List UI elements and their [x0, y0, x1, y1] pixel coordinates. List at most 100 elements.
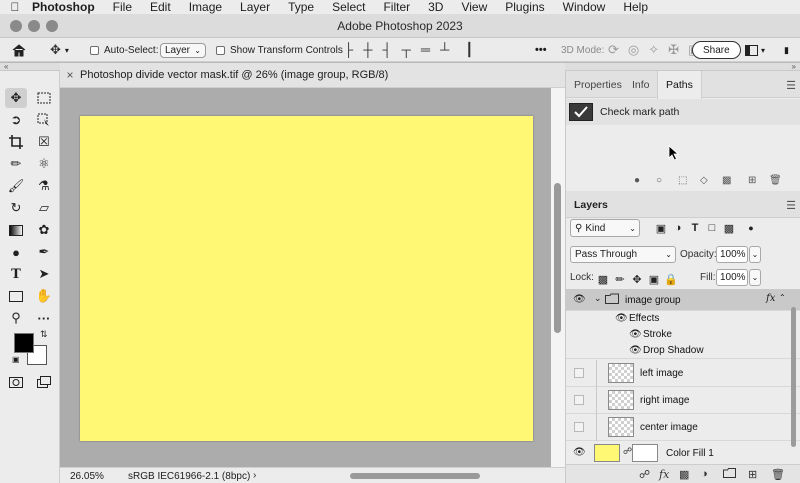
opacity-dropdown[interactable]: ⌄ — [749, 246, 761, 263]
lock-all-icon[interactable]: 🔒 — [664, 270, 678, 288]
clone-stamp-tool-icon[interactable]: ⚗ — [33, 176, 55, 196]
lock-artboard-icon[interactable]: ▣ — [647, 270, 661, 288]
layer-row-image-group[interactable]: 👁 ⌄ image group fx ⌃ — [566, 289, 800, 311]
dodge-tool-icon[interactable]: ● — [5, 242, 27, 262]
gradient-tool-icon[interactable] — [5, 220, 27, 240]
close-document-icon[interactable]: × — [60, 68, 80, 82]
add-mask-icon[interactable]: ▩ — [722, 175, 731, 186]
filter-pixel-icon[interactable]: ▣ — [654, 219, 668, 237]
stroke-path-icon[interactable]: ○ — [656, 175, 662, 186]
filter-toggle-icon[interactable]: ● — [744, 219, 758, 237]
visibility-eye-icon[interactable]: 👁 — [573, 294, 586, 305]
eyedropper-tool-icon[interactable]: ✏ — [5, 154, 27, 174]
align-right-icon[interactable]: ┤ — [382, 38, 391, 62]
visibility-eye-icon[interactable]: 👁 — [573, 447, 586, 458]
hand-tool-icon[interactable]: ✋ — [33, 286, 55, 306]
pen-tool-icon[interactable]: ✒ — [33, 242, 55, 262]
layer-mask-thumbnail[interactable] — [632, 444, 658, 462]
blur-tool-icon[interactable]: ✿ — [33, 220, 55, 240]
align-vertical-center-icon[interactable]: ═ — [421, 38, 430, 62]
apple-menu-icon[interactable]:  — [0, 0, 30, 14]
layer-row-color-fill[interactable]: 👁 ☍ Color Fill 1 — [566, 441, 800, 464]
make-work-path-icon[interactable]: ◇ — [700, 175, 708, 186]
layer-row-drop-shadow[interactable]: 👁 Drop Shadow — [566, 343, 800, 359]
layer-row-center-image[interactable]: center image — [566, 414, 800, 441]
auto-select-dropdown[interactable]: Layer ⌄ — [160, 42, 206, 58]
tab-properties[interactable]: Properties — [566, 71, 630, 98]
status-menu-arrow[interactable]: › — [253, 470, 256, 481]
menu-edit[interactable]: Edit — [141, 0, 180, 14]
zoom-level[interactable]: 26.05% — [70, 471, 104, 482]
new-layer-icon[interactable]: ⊞ — [748, 468, 757, 481]
scrollbar-thumb[interactable] — [554, 183, 561, 333]
menu-app[interactable]: Photoshop — [30, 0, 104, 14]
edit-toolbar-icon[interactable]: ··· — [33, 308, 55, 328]
3d-orbit-icon[interactable]: ⟳ — [608, 38, 619, 62]
layer-row-stroke[interactable]: 👁 Stroke — [566, 327, 800, 343]
align-top-icon[interactable]: ┬ — [402, 38, 411, 62]
fill-dropdown[interactable]: ⌄ — [749, 269, 761, 286]
type-tool-icon[interactable]: T — [5, 264, 27, 284]
vertical-scrollbar[interactable] — [551, 88, 565, 467]
filter-type-icon[interactable]: T — [688, 219, 702, 237]
canvas-area[interactable] — [60, 88, 565, 467]
mask-link-icon[interactable]: ☍ — [623, 446, 632, 457]
horizontal-scrollbar-thumb[interactable] — [350, 473, 480, 479]
distribute-icon[interactable]: ┃ — [465, 38, 473, 62]
new-group-icon[interactable] — [723, 468, 736, 481]
screen-mode-icon[interactable] — [33, 372, 55, 392]
new-path-icon[interactable]: ⊞ — [748, 175, 756, 186]
collapse-panels-icon[interactable]: » — [792, 62, 796, 71]
move-tool-preset-icon[interactable]: ✥ ▾ — [50, 38, 69, 62]
menu-view[interactable]: View — [452, 0, 496, 14]
layer-row-effects[interactable]: 👁 Effects — [566, 311, 800, 327]
menu-image[interactable]: Image — [180, 0, 231, 14]
workspace-icon[interactable]: ▾ — [745, 38, 765, 62]
filter-smart-object-icon[interactable]: ▩ — [722, 219, 736, 237]
swap-colors-icon[interactable]: ⇅ — [40, 329, 48, 340]
auto-select-checkbox[interactable] — [90, 45, 99, 55]
kind-filter-dropdown[interactable]: ⚲ Kind ⌄ — [570, 219, 640, 237]
document-canvas[interactable] — [80, 116, 533, 441]
panel-menu-icon[interactable]: ☰ — [786, 79, 796, 92]
fill-input[interactable]: 100% — [716, 269, 748, 286]
rectangle-tool-icon[interactable] — [5, 286, 27, 306]
menu-layer[interactable]: Layer — [231, 0, 279, 14]
tab-info[interactable]: Info — [624, 71, 658, 98]
frame-tool-icon[interactable]: ☒ — [33, 132, 55, 152]
blend-mode-dropdown[interactable]: Pass Through ⌄ — [570, 246, 676, 263]
3d-pan-icon[interactable]: ✧ — [648, 38, 659, 62]
layer-row-left-image[interactable]: left image — [566, 360, 800, 387]
more-options-button[interactable]: ••• — [535, 38, 547, 62]
drop-shadow-eye-icon[interactable]: 👁 — [629, 345, 642, 356]
move-tool-icon[interactable]: ✥ — [5, 88, 27, 108]
show-transform-checkbox[interactable] — [216, 45, 225, 55]
visibility-toggle[interactable] — [574, 422, 584, 432]
zoom-tool-icon[interactable]: ⚲ — [5, 308, 27, 328]
menu-filter[interactable]: Filter — [374, 0, 419, 14]
menu-select[interactable]: Select — [323, 0, 374, 14]
add-mask-icon[interactable]: ▩ — [679, 468, 689, 481]
eraser-tool-icon[interactable]: ▱ — [33, 198, 55, 218]
default-colors-icon[interactable]: ▣ — [12, 355, 20, 364]
align-left-icon[interactable]: ├ — [344, 38, 353, 62]
object-selection-tool-icon[interactable] — [33, 110, 55, 130]
align-bottom-icon[interactable]: ┴ — [440, 38, 449, 62]
link-layers-icon[interactable]: ☍ — [639, 468, 650, 481]
layers-scrollbar-thumb[interactable] — [791, 307, 796, 447]
menu-type[interactable]: Type — [279, 0, 323, 14]
new-adjustment-layer-icon[interactable]: ◑ — [701, 468, 708, 480]
crop-tool-icon[interactable] — [5, 132, 27, 152]
menu-window[interactable]: Window — [554, 0, 615, 14]
document-tab[interactable]: × Photoshop divide vector mask.tif @ 26%… — [60, 63, 565, 88]
home-icon[interactable] — [12, 38, 26, 62]
visibility-toggle[interactable] — [574, 368, 584, 378]
healing-brush-tool-icon[interactable]: ⚛ — [33, 154, 55, 174]
3d-slide-icon[interactable]: ✠ — [668, 38, 679, 62]
chevron-up-icon[interactable]: ⌃ — [779, 293, 786, 302]
menu-plugins[interactable]: Plugins — [496, 0, 553, 14]
history-brush-tool-icon[interactable]: ↻ — [5, 198, 27, 218]
effects-eye-icon[interactable]: 👁 — [615, 313, 628, 324]
foreground-color-swatch-front[interactable] — [14, 333, 34, 353]
path-selection-tool-icon[interactable]: ➤ — [33, 264, 55, 284]
